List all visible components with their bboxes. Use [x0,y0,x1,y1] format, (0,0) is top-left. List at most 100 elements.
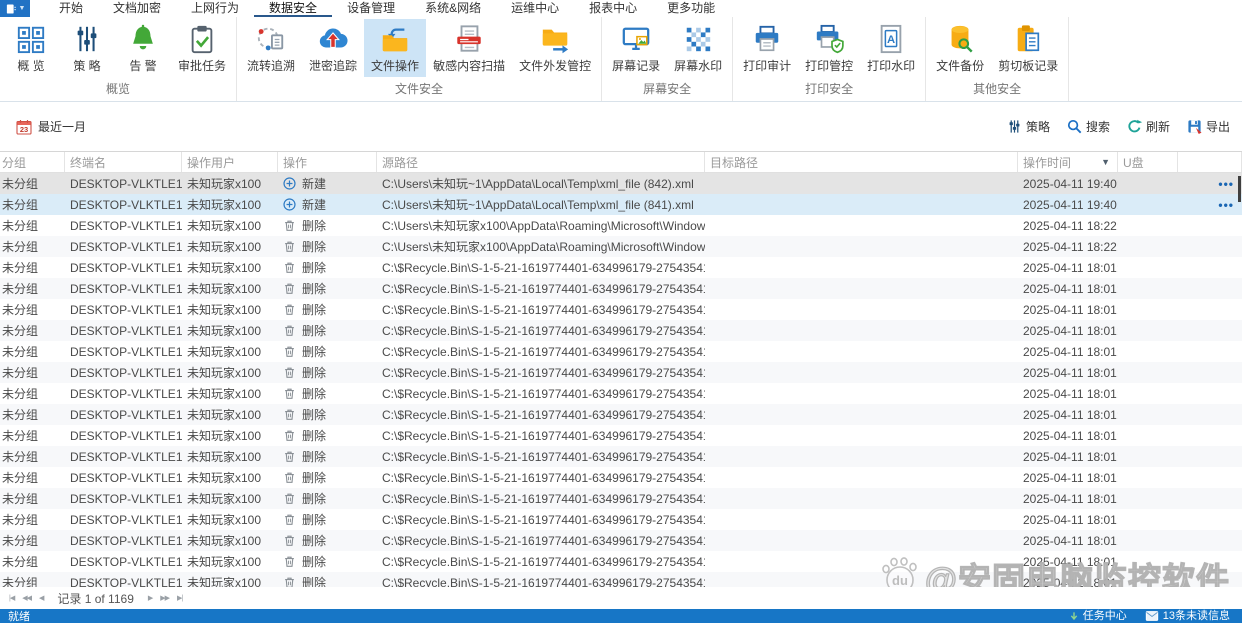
menu-item-8[interactable]: 报表中心 [574,0,652,17]
toolbar-action-refresh[interactable]: 刷新 [1127,118,1170,135]
pager-next-button-2[interactable]: ▶▶ [156,594,173,602]
table-row[interactable]: 未分组 DESKTOP-VLKTLE1 未知玩家x100 删除 C:\$Recycle.… [0,467,1242,488]
calendar-icon: 23 [16,119,32,135]
cell-source-path: C:\$Recycle.Bin\S-1-5-21-1619774401-6349… [382,512,705,527]
column-header-3[interactable]: 操作用户 [182,152,278,172]
ribbon-button-file-outgoing-folder[interactable]: 文件外发管控 [512,19,598,77]
row-more-actions-button[interactable]: ••• [1178,198,1242,212]
vertical-scrollbar-thumb[interactable] [1238,176,1241,202]
column-header-5[interactable]: 源路径 [377,152,705,172]
cell-group: 未分组 [2,345,39,359]
cell-operation: 删除 [278,301,377,318]
ribbon-button-alert-bell[interactable]: 告 警 [115,19,171,77]
ribbon-button-label: 概 览 [17,59,45,73]
app-menu-button[interactable]: ▼ [0,0,30,17]
ribbon-button-approval-clipboard[interactable]: 审批任务 [171,19,233,77]
cell-group: 未分组 [2,450,39,464]
menu-item-7[interactable]: 运维中心 [496,0,574,17]
cell-operation: 新建 [278,175,377,192]
cell-terminal-name: DESKTOP-VLKTLE1 [70,470,182,485]
flow-trace-icon [256,24,286,54]
task-center-button[interactable]: 任务中心 [1069,609,1127,623]
column-header-9[interactable] [1178,152,1242,172]
table-row[interactable]: 未分组 DESKTOP-VLKTLE1 未知玩家x100 删除 C:\$Recycle.… [0,530,1242,551]
unread-messages-button[interactable]: 13条未读信息 [1145,609,1230,623]
pager-prev-button-1[interactable]: |◀ [5,594,18,602]
delete-op-icon [283,513,296,526]
create-op-icon [283,198,296,211]
table-row[interactable]: 未分组 DESKTOP-VLKTLE1 未知玩家x100 删除 C:\$Recycle.… [0,404,1242,425]
ribbon-button-print-watermark[interactable]: A 打印水印 [860,19,922,77]
table-row[interactable]: 未分组 DESKTOP-VLKTLE1 未知玩家x100 删除 C:\$Recycle.… [0,383,1242,404]
toolbar-action-export[interactable]: 导出 [1187,118,1230,135]
ribbon-button-content-scan[interactable]: 敏感内容扫描 [426,19,512,77]
table-row[interactable]: 未分组 DESKTOP-VLKTLE1 未知玩家x100 删除 C:\Users\未知玩… [0,236,1242,257]
column-header-7[interactable]: 操作时间 ▼ [1018,152,1118,172]
ribbon-button-screen-record[interactable]: 屏幕记录 [605,19,667,77]
table-row[interactable]: 未分组 DESKTOP-VLKTLE1 未知玩家x100 删除 C:\$Recycle.… [0,278,1242,299]
cell-terminal-name: DESKTOP-VLKTLE1 [70,302,182,317]
table-row[interactable]: 未分组 DESKTOP-VLKTLE1 未知玩家x100 删除 C:\$Recycle.… [0,320,1242,341]
table-header: 分组 终端名 操作用户 操作 源路径 目标路径 操作时间 ▼ U盘 [0,151,1242,173]
toolbar-action-label: 刷新 [1145,120,1170,134]
toolbar-action-label: 搜索 [1085,120,1110,134]
delete-op-icon [283,219,296,232]
toolbar-action-search[interactable]: 搜索 [1067,118,1110,135]
ribbon-button-file-backup[interactable]: 文件备份 [929,19,991,77]
ribbon-button-policy-sliders[interactable]: 策 略 [59,19,115,77]
column-header-8[interactable]: U盘 [1118,152,1178,172]
row-more-actions-button[interactable]: ••• [1178,177,1242,191]
delete-op-icon [283,324,296,337]
ribbon-button-overview-grid[interactable]: 概 览 [3,19,59,77]
table-row[interactable]: 未分组 DESKTOP-VLKTLE1 未知玩家x100 删除 C:\$Recycle.… [0,446,1242,467]
table-row[interactable]: 未分组 DESKTOP-VLKTLE1 未知玩家x100 删除 C:\$Recycle.… [0,551,1242,572]
ribbon-button-label: 流转追溯 [247,59,296,73]
table-row[interactable]: 未分组 DESKTOP-VLKTLE1 未知玩家x100 删除 C:\$Recycle.… [0,257,1242,278]
menu-item-9[interactable]: 更多功能 [652,0,730,17]
ribbon-button-print-audit[interactable]: 打印审计 [736,19,798,77]
column-header-1[interactable]: 分组 [0,152,65,172]
toolbar-actions: 策略 搜索 刷新 导出 [1007,118,1230,135]
pager-next-button-1[interactable]: ▶ [144,594,156,602]
menu-item-6[interactable]: 系统&网络 [410,0,496,17]
table-row[interactable]: 未分组 DESKTOP-VLKTLE1 未知玩家x100 删除 C:\$Recycle.… [0,362,1242,383]
menu-item-5[interactable]: 设备管理 [332,0,410,17]
menu-item-4[interactable]: 数据安全 [254,0,333,17]
table-row[interactable]: 未分组 DESKTOP-VLKTLE1 未知玩家x100 删除 C:\Users\未知玩… [0,215,1242,236]
ribbon-button-file-operation-folder[interactable]: 文件操作 [364,19,427,77]
cell-group: 未分组 [2,429,39,443]
delete-op-icon [283,345,296,358]
date-range-filter[interactable]: 23 最近一月 [16,118,86,135]
ribbon-button-screen-watermark[interactable]: 屏幕水印 [667,19,729,77]
table-row[interactable]: 未分组 DESKTOP-VLKTLE1 未知玩家x100 新建 C:\Users\未知玩… [0,194,1242,215]
sort-filter-caret-icon[interactable]: ▼ [1101,157,1112,167]
cell-operating-user: 未知玩家x100 [187,450,262,464]
mail-icon [1145,611,1158,621]
operation-label: 删除 [302,282,327,296]
ribbon-group-label: 其他安全 [973,82,1022,96]
table-row[interactable]: 未分组 DESKTOP-VLKTLE1 未知玩家x100 删除 C:\$Recycle.… [0,509,1242,530]
column-header-2[interactable]: 终端名 [65,152,182,172]
ribbon-button-clipboard-record[interactable]: 剪切板记录 [991,19,1065,77]
ribbon-group-label: 屏幕安全 [643,82,692,96]
table-row[interactable]: 未分组 DESKTOP-VLKTLE1 未知玩家x100 新建 C:\Users\未知玩… [0,173,1242,194]
menu-item-2[interactable]: 文档加密 [98,0,176,17]
table-row[interactable]: 未分组 DESKTOP-VLKTLE1 未知玩家x100 删除 C:\$Recycle.… [0,425,1242,446]
ribbon-button-flow-trace[interactable]: 流转追溯 [240,19,302,77]
pager-prev-button-3[interactable]: ◀ [35,594,47,602]
pager-next-button-3[interactable]: ▶| [173,594,186,602]
table-row[interactable]: 未分组 DESKTOP-VLKTLE1 未知玩家x100 删除 C:\$Recycle.… [0,341,1242,362]
operation-label: 删除 [302,555,327,569]
menu-item-3[interactable]: 上网行为 [176,0,254,17]
table-row[interactable]: 未分组 DESKTOP-VLKTLE1 未知玩家x100 删除 C:\$Recycle.… [0,299,1242,320]
cell-operating-user: 未知玩家x100 [187,429,262,443]
pager-prev-button-2[interactable]: ◀◀ [18,594,35,602]
ribbon-button-leak-track-cloud[interactable]: 泄密追踪 [302,19,364,77]
column-header-4[interactable]: 操作 [278,152,377,172]
menu-item-1[interactable]: 开始 [44,0,98,17]
table-row[interactable]: 未分组 DESKTOP-VLKTLE1 未知玩家x100 删除 C:\$Recycle.… [0,488,1242,509]
toolbar-action-policy[interactable]: 策略 [1007,118,1050,135]
ribbon-button-print-control[interactable]: 打印管控 [798,19,860,77]
cell-group: 未分组 [2,261,39,275]
column-header-6[interactable]: 目标路径 [705,152,1018,172]
